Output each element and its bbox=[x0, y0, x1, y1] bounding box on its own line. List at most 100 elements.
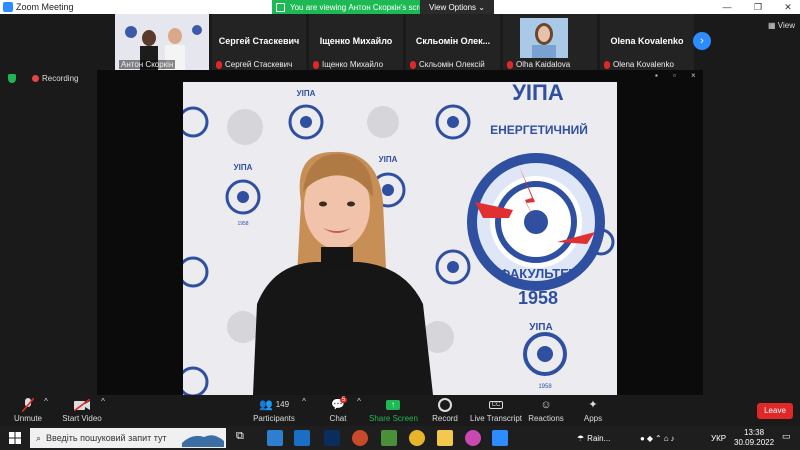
system-tray-icons[interactable]: ● ◆ ⌃ ⌂ ♪ bbox=[640, 426, 677, 450]
share-screen-label: Share Screen bbox=[369, 414, 418, 423]
reactions-label: Reactions bbox=[528, 414, 564, 423]
participant-name: Olena Kovalenko bbox=[610, 36, 684, 46]
live-transcript-label: Live Transcript bbox=[470, 414, 523, 423]
windows-taskbar: ⌕ Введіть пошуковий запит тут ⧉ ☂ Rain..… bbox=[0, 426, 800, 450]
share-screen-button[interactable]: ↑ Share Screen bbox=[369, 397, 418, 426]
backdrop-small-uipa: УІПА bbox=[529, 322, 552, 333]
app-icon[interactable] bbox=[381, 430, 397, 446]
participant-video bbox=[520, 18, 568, 58]
input-language[interactable]: УКР bbox=[711, 426, 726, 450]
view-options-label: View Options bbox=[429, 2, 477, 12]
smiley-icon: ☺ bbox=[540, 398, 552, 411]
tray-icon: ◆ bbox=[646, 433, 655, 443]
clock-date: 30.09.2022 bbox=[734, 438, 775, 447]
unmute-label: Unmute bbox=[13, 414, 42, 423]
participant-tile[interactable]: Olha Kaidalova bbox=[503, 14, 597, 70]
app-icon[interactable] bbox=[465, 430, 481, 446]
unmute-button[interactable]: Unmute bbox=[10, 397, 46, 426]
zoom-logo-icon bbox=[3, 2, 13, 12]
window-title: Zoom Meeting bbox=[16, 2, 74, 12]
participant-gallery: Антон Скоркін Сергей Стаскевич Сергей Ст… bbox=[0, 14, 800, 70]
participant-tile[interactable]: Olena Kovalenko Olena Kovalenko bbox=[600, 14, 694, 70]
tray-icon: ● bbox=[640, 433, 647, 443]
apps-button[interactable]: ✦ Apps bbox=[580, 397, 606, 426]
participant-name: Іщенко Михайло bbox=[319, 36, 393, 46]
video-options-caret[interactable]: ^ bbox=[99, 397, 107, 426]
meeting-status: Recording bbox=[0, 74, 78, 83]
participant-label: Olena Kovalenko bbox=[604, 60, 674, 69]
share-banner-text: You are viewing Антон Скоркін's screen bbox=[290, 2, 433, 12]
participant-label: Olha Kaidalova bbox=[507, 60, 570, 69]
clock-time: 13:38 bbox=[744, 428, 765, 437]
mic-muted-icon bbox=[604, 60, 610, 69]
shared-video: УІПА УІПА УІПА 1958 УІПА ЕНЕРГЕТИЧНИЙ ФА… bbox=[183, 82, 617, 395]
camera-off-icon bbox=[62, 397, 102, 412]
backdrop-title: УІПА bbox=[512, 82, 564, 105]
view-options-button[interactable]: View Options ⌄ bbox=[420, 0, 494, 14]
backdrop-small-uipa: УІПА bbox=[234, 163, 253, 172]
file-explorer-icon[interactable] bbox=[437, 430, 453, 446]
chat-button[interactable]: 💬 5 Chat bbox=[324, 397, 352, 426]
start-video-label: Start Video bbox=[62, 414, 102, 423]
participants-button[interactable]: 👥 149 Participants bbox=[252, 397, 296, 426]
participant-label-text: Сергей Стаскевич bbox=[225, 60, 293, 69]
shared-maximize-icon[interactable]: ▫ bbox=[673, 71, 676, 80]
recording-status: Recording bbox=[42, 74, 79, 83]
participant-tile[interactable]: Скльомін Олек... Скльомін Олексій bbox=[406, 14, 500, 70]
close-window-button[interactable]: ✕ bbox=[776, 0, 800, 14]
photoshop-app-icon[interactable] bbox=[324, 430, 340, 446]
recording-icon bbox=[32, 75, 39, 82]
media-app-icon[interactable] bbox=[352, 430, 368, 446]
chevron-down-icon: ⌄ bbox=[478, 2, 485, 12]
participant-name: Сергей Стаскевич bbox=[218, 36, 300, 46]
speaker-video-frame: УІПА УІПА УІПА 1958 УІПА ЕНЕРГЕТИЧНИЙ ФА… bbox=[183, 82, 617, 395]
minimize-button[interactable]: — bbox=[715, 0, 739, 14]
windows-start-icon[interactable] bbox=[9, 432, 21, 444]
participant-label: Іщенко Михайло bbox=[313, 60, 383, 69]
participant-tile[interactable]: Сергей Стаскевич Сергей Стаскевич bbox=[212, 14, 306, 70]
record-button[interactable]: Record bbox=[431, 397, 459, 426]
share-screen-icon: ↑ bbox=[386, 399, 400, 410]
chevron-up-icon: ⌃ bbox=[655, 433, 664, 443]
start-video-button[interactable]: Start Video bbox=[62, 397, 102, 426]
network-icon: ⌂ bbox=[663, 433, 671, 443]
mic-muted-icon bbox=[313, 60, 319, 69]
participant-label-text: Іщенко Михайло bbox=[322, 60, 384, 69]
participant-tile[interactable]: Антон Скоркін bbox=[115, 14, 209, 70]
shared-minimize-icon[interactable]: ▪ bbox=[655, 71, 658, 80]
participant-label: Скльомін Олексій bbox=[410, 60, 485, 69]
mic-muted-icon bbox=[216, 60, 222, 69]
security-shield-icon[interactable] bbox=[8, 74, 16, 83]
screen-share-icon bbox=[276, 2, 285, 12]
chat-options-caret[interactable]: ^ bbox=[355, 397, 363, 426]
participant-label: Антон Скоркін bbox=[119, 60, 176, 69]
volume-icon: ♪ bbox=[670, 433, 677, 443]
participant-tile[interactable]: Іщенко Михайло Іщенко Михайло bbox=[309, 14, 403, 70]
mail-app-icon[interactable] bbox=[294, 430, 310, 446]
task-view-icon[interactable]: ⧉ bbox=[236, 430, 252, 446]
participants-label: Participants bbox=[253, 414, 295, 423]
share-banner: You are viewing Антон Скоркін's screen bbox=[272, 0, 439, 14]
maximize-button[interactable]: ❐ bbox=[746, 0, 770, 14]
shared-close-icon[interactable]: × bbox=[691, 71, 696, 80]
weather-widget[interactable]: ☂ Rain... bbox=[577, 426, 610, 450]
gallery-next-button[interactable]: › bbox=[693, 32, 711, 50]
view-button[interactable]: ▦ View bbox=[768, 21, 795, 30]
taskbar-search[interactable]: ⌕ Введіть пошуковий запит тут bbox=[30, 428, 226, 448]
zoom-app-icon[interactable] bbox=[492, 430, 508, 446]
notifications-icon[interactable]: ▭ bbox=[782, 431, 794, 443]
live-transcript-button[interactable]: CC Live Transcript bbox=[470, 397, 522, 426]
leave-button[interactable]: Leave bbox=[757, 403, 793, 419]
chat-label: Chat bbox=[329, 414, 347, 423]
audio-options-caret[interactable]: ^ bbox=[42, 397, 50, 426]
participants-options-caret[interactable]: ^ bbox=[300, 397, 308, 426]
reactions-button[interactable]: ☺ Reactions bbox=[528, 397, 564, 426]
chrome-app-icon[interactable] bbox=[409, 430, 425, 446]
search-highlight-image bbox=[182, 435, 224, 447]
mic-muted-icon bbox=[10, 397, 46, 412]
backdrop-faculty: ФАКУЛЬТЕТ bbox=[499, 266, 577, 281]
participant-label-text: Olena Kovalenko bbox=[613, 60, 674, 69]
search-icon: ⌕ bbox=[36, 432, 42, 443]
clock[interactable]: 13:38 30.09.2022 bbox=[734, 426, 774, 450]
edge-app-icon[interactable] bbox=[267, 430, 283, 446]
